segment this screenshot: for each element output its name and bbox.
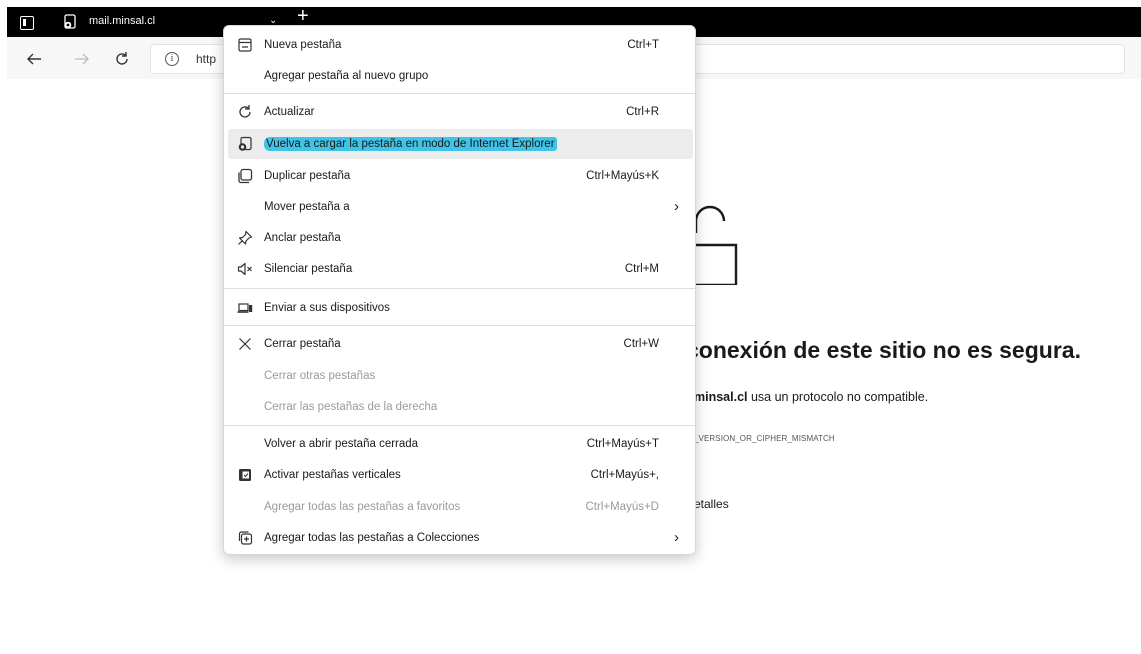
menu-item-label: Duplicar pestaña — [264, 170, 351, 182]
menu-separator — [224, 93, 695, 94]
menu-item-pin-tab[interactable]: Anclar pestaña — [228, 223, 693, 253]
menu-item-mute-tab[interactable]: Silenciar pestaña Ctrl+M — [228, 254, 693, 284]
tab-context-menu: Nueva pestaña Ctrl+T Agregar pestaña al … — [223, 25, 696, 555]
error-description: minsal.cl usa un protocolo no compatible… — [694, 390, 928, 404]
menu-item-label: Agregar pestaña al nuevo grupo — [264, 70, 429, 82]
back-button[interactable] — [22, 47, 46, 71]
menu-item-add-to-group[interactable]: Agregar pestaña al nuevo grupo — [228, 61, 693, 91]
menu-item-label: Cerrar las pestañas de la derecha — [264, 401, 438, 413]
menu-item-label: Anclar pestaña — [264, 232, 341, 244]
new-tab-icon — [238, 38, 252, 52]
menu-item-label: Enviar a sus dispositivos — [264, 302, 390, 314]
error-title: conexión de este sitio no es segura. — [686, 337, 1081, 363]
error-code: _VERSION_OR_CIPHER_MISMATCH — [694, 434, 835, 443]
error-desc-text: usa un protocolo no compatible. — [747, 390, 929, 404]
error-host: minsal.cl — [694, 390, 748, 404]
forward-button[interactable] — [70, 47, 94, 71]
menu-item-label: Nueva pestaña — [264, 39, 342, 51]
vertical-tabs-icon — [239, 469, 251, 481]
menu-item-shortcut: Ctrl+W — [623, 338, 659, 350]
menu-item-label: Agregar todas las pestañas a favoritos — [264, 501, 461, 513]
menu-item-label: Actualizar — [264, 106, 315, 118]
close-icon — [239, 338, 251, 350]
menu-item-shortcut: Ctrl+Mayús+, — [590, 469, 659, 481]
refresh-icon — [239, 105, 251, 118]
menu-item-reopen-closed-tab[interactable]: Volver a abrir pestaña cerrada Ctrl+Mayú… — [228, 429, 693, 459]
menu-item-shortcut: Ctrl+Mayús+D — [585, 501, 660, 513]
collections-icon — [238, 531, 253, 545]
menu-item-label: Silenciar pestaña — [264, 263, 353, 275]
ie-mode-favicon-icon — [64, 14, 76, 29]
devices-icon — [237, 303, 253, 313]
lock-icon — [690, 205, 738, 285]
forward-arrow-icon — [75, 53, 89, 65]
menu-item-label: Volver a abrir pestaña cerrada — [264, 438, 419, 450]
menu-separator — [224, 288, 695, 289]
back-arrow-icon — [27, 53, 41, 65]
mute-icon — [237, 262, 252, 276]
menu-item-new-tab[interactable]: Nueva pestaña Ctrl+T — [228, 30, 693, 60]
pin-icon — [238, 230, 253, 245]
ie-mode-icon — [238, 136, 252, 151]
menu-item-label: Activar pestañas verticales — [264, 469, 401, 481]
menu-separator — [224, 325, 695, 326]
chevron-right-icon: › — [674, 198, 679, 215]
menu-item-close-other-tabs: Cerrar otras pestañas — [228, 361, 693, 391]
browser-window: mail.minsal.cl ⌄ + i http conexión de es… — [0, 0, 1141, 654]
menu-item-add-all-collections[interactable]: Agregar todas las pestañas a Colecciones… — [228, 523, 693, 553]
menu-item-reload-ie-mode[interactable]: Vuelva a cargar la pestaña en modo de In… — [228, 129, 693, 159]
site-info-icon[interactable]: i — [165, 52, 179, 66]
menu-item-label: Vuelva a cargar la pestaña en modo de In… — [264, 137, 557, 151]
tab-title: mail.minsal.cl — [89, 15, 156, 27]
menu-item-label: Mover pestaña a — [264, 201, 350, 213]
refresh-button[interactable] — [110, 47, 134, 71]
refresh-icon — [116, 52, 128, 65]
menu-item-label: Cerrar otras pestañas — [264, 370, 376, 382]
menu-item-shortcut: Ctrl+R — [626, 106, 659, 118]
menu-item-close-tab[interactable]: Cerrar pestaña Ctrl+W — [228, 329, 693, 359]
menu-item-shortcut: Ctrl+Mayús+K — [586, 170, 659, 182]
menu-item-refresh[interactable]: Actualizar Ctrl+R — [228, 97, 693, 127]
duplicate-icon — [238, 168, 253, 184]
tab-actions-icon[interactable] — [20, 16, 34, 30]
annotation-highlight: Vuelva a cargar la pestaña en modo de In… — [264, 137, 557, 151]
menu-item-send-to-devices[interactable]: Enviar a sus dispositivos — [228, 293, 693, 323]
menu-item-move-tab[interactable]: Mover pestaña a › — [228, 192, 693, 222]
menu-item-shortcut: Ctrl+T — [627, 39, 659, 51]
left-gutter — [0, 0, 7, 654]
menu-item-close-tabs-right: Cerrar las pestañas de la derecha — [228, 392, 693, 422]
menu-item-label: Agregar todas las pestañas a Colecciones — [264, 532, 480, 544]
chevron-right-icon: › — [674, 529, 679, 546]
menu-item-duplicate-tab[interactable]: Duplicar pestaña Ctrl+Mayús+K — [228, 161, 693, 191]
address-text: http — [196, 52, 217, 66]
new-tab-button[interactable]: + — [297, 6, 309, 26]
menu-item-add-all-favorites: Agregar todas las pestañas a favoritos C… — [228, 492, 693, 522]
menu-item-vertical-tabs[interactable]: Activar pestañas verticales Ctrl+Mayús+, — [228, 460, 693, 490]
details-link[interactable]: etalles — [694, 497, 729, 511]
menu-item-shortcut: Ctrl+M — [624, 263, 659, 275]
menu-item-shortcut: Ctrl+Mayús+T — [586, 438, 659, 450]
menu-separator — [224, 425, 695, 426]
menu-item-label: Cerrar pestaña — [264, 338, 341, 350]
